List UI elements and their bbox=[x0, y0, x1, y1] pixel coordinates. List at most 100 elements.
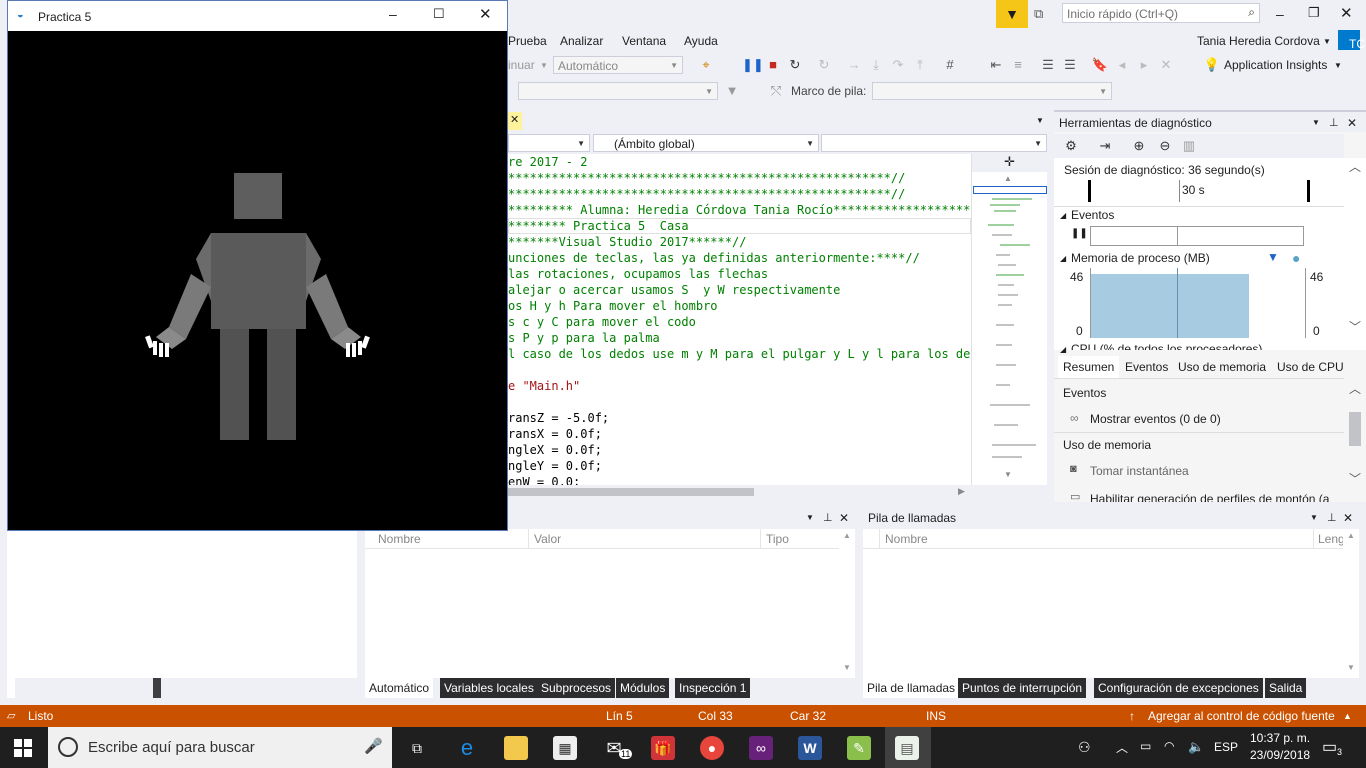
maximize-button[interactable]: ❐ bbox=[1308, 5, 1320, 21]
project-combo[interactable]: ▼ bbox=[508, 134, 590, 152]
visual-studio-icon[interactable]: ∞ bbox=[749, 736, 773, 760]
chevron-up-icon[interactable]: ▲ bbox=[1343, 711, 1352, 721]
heap-profiling-option[interactable]: Habilitar generación de perfiles de mont… bbox=[1090, 492, 1329, 502]
column-nombre[interactable]: Nombre bbox=[378, 532, 421, 546]
bar-chart-icon[interactable]: ▥ bbox=[1180, 137, 1198, 155]
filter-icon[interactable]: ▼ bbox=[996, 0, 1028, 28]
close-icon[interactable]: ✕ bbox=[1343, 507, 1353, 529]
snapshot-button[interactable]: Tomar instantánea bbox=[1090, 464, 1189, 478]
diagnostic-vertical-scrollbar[interactable]: ︿ ﹀ bbox=[1344, 158, 1366, 350]
feedback-icon[interactable]: ⧉ bbox=[1034, 6, 1052, 22]
callstack-vertical-scrollbar[interactable]: ▲ ▼ bbox=[1343, 529, 1359, 678]
menu-analizar[interactable]: Analizar bbox=[560, 34, 603, 48]
thread-combo[interactable]: ▼ bbox=[518, 82, 718, 100]
collapse-icon[interactable]: ◢ bbox=[1060, 345, 1066, 354]
tab-class-view[interactable] bbox=[153, 678, 161, 698]
tab-eventos[interactable]: Eventos bbox=[1125, 360, 1168, 374]
continue-dropdown-icon[interactable]: ▼ bbox=[540, 61, 548, 70]
app-insights-dropdown-icon[interactable]: ▼ bbox=[1334, 61, 1342, 70]
tab-resumen[interactable]: Resumen bbox=[1058, 356, 1120, 378]
maximize-button[interactable]: ☐ bbox=[433, 6, 445, 22]
minimize-button[interactable]: – bbox=[389, 6, 397, 22]
user-avatar[interactable]: TC bbox=[1338, 30, 1365, 51]
step-into-icon[interactable]: ⤓ bbox=[867, 56, 885, 74]
scroll-up-icon[interactable]: ▲ bbox=[843, 531, 851, 540]
notifications-icon[interactable]: ▭ bbox=[1322, 737, 1337, 757]
close-icon[interactable]: ✕ bbox=[510, 113, 519, 126]
tab-automatico[interactable]: Automático bbox=[365, 678, 434, 698]
opengl-canvas[interactable] bbox=[8, 31, 507, 530]
column-lenguaje[interactable]: Leng bbox=[1318, 532, 1343, 546]
tab-solution-explorer[interactable] bbox=[7, 678, 15, 698]
scroll-up-icon[interactable]: ︿ bbox=[1349, 380, 1361, 397]
diagnostic-title-bar[interactable]: Herramientas de diagnóstico ▼ ⊥ ✕ bbox=[1054, 110, 1366, 132]
export-icon[interactable]: ⇥ bbox=[1096, 137, 1114, 155]
wifi-icon[interactable]: ◠ bbox=[1164, 739, 1174, 753]
pin-icon[interactable]: ⊥ bbox=[1329, 112, 1339, 134]
pause-icon[interactable]: ❚❚ bbox=[742, 56, 764, 74]
close-icon[interactable]: ✕ bbox=[839, 507, 849, 529]
scope-combo[interactable]: (Ámbito global) ▼ bbox=[593, 134, 819, 152]
pin-icon[interactable]: ⊥ bbox=[823, 507, 833, 529]
summary-vertical-scrollbar[interactable]: ︿ ﹀ bbox=[1344, 380, 1366, 502]
edge-browser-icon[interactable]: e bbox=[455, 736, 479, 760]
file-explorer-icon[interactable] bbox=[504, 736, 528, 760]
windows-start-icon[interactable] bbox=[14, 739, 32, 757]
notepad-icon[interactable]: ✎ bbox=[847, 736, 871, 760]
task-view-icon[interactable]: ⧉ bbox=[405, 736, 429, 760]
show-hidden-icons-icon[interactable]: ︿ bbox=[1116, 739, 1128, 756]
stop-icon[interactable]: ■ bbox=[764, 56, 782, 74]
pause-icon[interactable]: ❚❚ bbox=[1071, 228, 1088, 239]
filter-icon[interactable]: ▼ bbox=[723, 82, 741, 100]
align-left-icon[interactable]: ☰ bbox=[1039, 56, 1057, 74]
editor-horizontal-scrollbar[interactable]: ▶ bbox=[508, 485, 971, 499]
hex-icon[interactable]: # bbox=[941, 56, 959, 74]
microphone-icon[interactable]: 🎤 bbox=[364, 737, 383, 755]
pin-icon[interactable]: ⊥ bbox=[1327, 507, 1337, 529]
column-nombre[interactable]: Nombre bbox=[885, 532, 928, 546]
column-valor[interactable]: Valor bbox=[534, 532, 561, 546]
minimap-viewport[interactable] bbox=[973, 186, 1047, 194]
step-over-icon[interactable]: ↷ bbox=[889, 56, 907, 74]
show-next-statement-icon[interactable]: → bbox=[845, 56, 863, 74]
tab-uso-cpu[interactable]: Uso de CPU bbox=[1277, 360, 1344, 374]
bookmark-clear-icon[interactable]: ✕ bbox=[1157, 56, 1175, 74]
scroll-down-icon[interactable]: ﹀ bbox=[1349, 470, 1361, 487]
tab-pila-llamadas[interactable]: Pila de llamadas bbox=[863, 678, 960, 698]
code-editor[interactable]: re 2017 - 2 *****************************… bbox=[508, 154, 971, 485]
scroll-up-icon[interactable]: ︿ bbox=[1349, 158, 1361, 175]
pane-dropdown-icon[interactable]: ▼ bbox=[1312, 112, 1320, 134]
word-icon[interactable]: W bbox=[798, 736, 822, 760]
column-tipo[interactable]: Tipo bbox=[766, 532, 789, 546]
store-icon[interactable]: ▦ bbox=[553, 736, 577, 760]
stack-frame-combo[interactable]: ▼ bbox=[872, 82, 1112, 100]
clock-time[interactable]: 10:37 p. m. bbox=[1250, 731, 1310, 745]
arrow-up-icon[interactable]: ↑ bbox=[1129, 709, 1135, 723]
collapse-icon[interactable]: ◢ bbox=[1060, 211, 1066, 220]
show-events-link[interactable]: Mostrar eventos (0 de 0) bbox=[1090, 412, 1221, 426]
scroll-right-icon[interactable]: ▶ bbox=[958, 486, 965, 497]
step-out-icon[interactable]: ⤒ bbox=[911, 56, 929, 74]
zoom-out-icon[interactable]: ⊖ bbox=[1156, 137, 1174, 155]
split-icon[interactable]: ✛ bbox=[972, 154, 1047, 172]
user-dropdown-icon[interactable]: ▼ bbox=[1323, 37, 1331, 46]
close-button[interactable]: ✕ bbox=[479, 5, 492, 23]
events-track[interactable] bbox=[1090, 226, 1304, 246]
bookmark-next-icon[interactable]: ▸ bbox=[1135, 56, 1153, 74]
scroll-up-icon[interactable]: ▲ bbox=[1004, 174, 1012, 183]
scroll-down-icon[interactable]: ▼ bbox=[1004, 470, 1012, 479]
minimize-button[interactable]: – bbox=[1276, 6, 1284, 22]
tab-config-excepciones[interactable]: Configuración de excepciones bbox=[1094, 678, 1263, 698]
bookmark-icon[interactable]: 🔖 bbox=[1091, 56, 1109, 74]
language-indicator[interactable]: ESP bbox=[1214, 740, 1238, 754]
breakpoint-target-icon[interactable]: ⌖ bbox=[697, 56, 715, 74]
zoom-in-icon[interactable]: ⊕ bbox=[1130, 137, 1148, 155]
member-combo[interactable]: ▼ bbox=[821, 134, 1047, 152]
pane-dropdown-icon[interactable]: ▼ bbox=[806, 507, 814, 529]
tab-overflow-icon[interactable]: ▼ bbox=[1036, 116, 1044, 125]
tab-modulos[interactable]: Módulos bbox=[616, 678, 670, 698]
scrollbar-thumb[interactable] bbox=[1349, 412, 1361, 446]
memory-chart[interactable] bbox=[1090, 268, 1306, 338]
close-button[interactable]: ✕ bbox=[1340, 4, 1353, 22]
quick-launch-input[interactable]: Inicio rápido (Ctrl+Q) ⌕ bbox=[1062, 3, 1260, 23]
